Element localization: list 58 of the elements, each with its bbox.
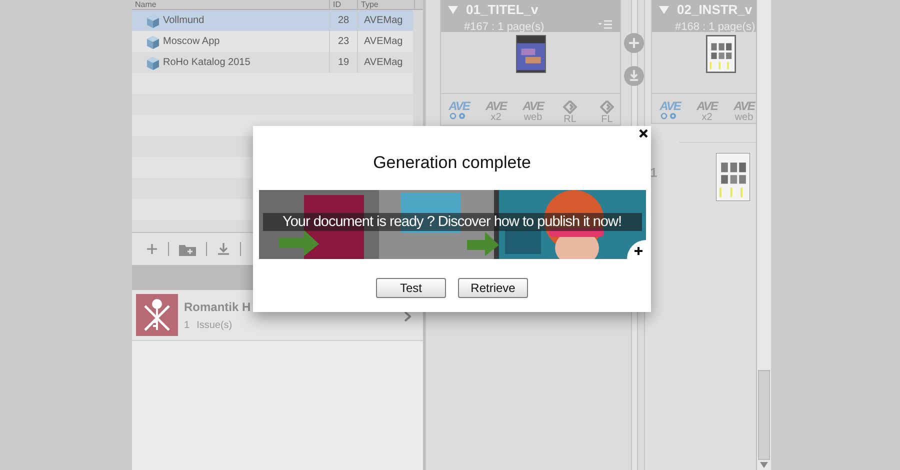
column-header[interactable]: Type	[358, 0, 415, 9]
format-caption: x2	[490, 112, 502, 123]
format-logo: AVE	[486, 100, 506, 112]
format-caption: RL	[564, 114, 576, 125]
format-button[interactable]: AVE web	[732, 100, 756, 123]
format-button[interactable]: AVE	[447, 100, 471, 125]
format-button[interactable]: AVE x2	[484, 100, 508, 125]
cube-icon	[146, 14, 160, 28]
table-cell-text: AVEMag	[363, 15, 404, 26]
format-caption: FL	[601, 114, 613, 125]
format-logo: AVE	[660, 100, 680, 112]
format-logo: AVE	[448, 100, 470, 112]
item-name: Vollmund	[163, 15, 204, 26]
section-title: 02_INSTR_v	[677, 2, 752, 17]
collapse-triangle-icon[interactable]	[658, 4, 670, 14]
format-caption: web	[524, 112, 542, 123]
import-button[interactable]	[624, 66, 644, 86]
collapse-triangle-icon[interactable]	[447, 4, 459, 14]
close-icon[interactable]	[639, 129, 648, 138]
dialog-button[interactable]: Retrieve	[458, 278, 528, 298]
publication-title: Romantik H	[184, 300, 251, 314]
table-cell-text: AVEMag	[363, 36, 404, 47]
scrollbar-thumb[interactable]	[758, 370, 770, 460]
format-caption: web	[734, 112, 754, 123]
format-logo: AVE	[696, 100, 718, 112]
format-button[interactable]: AVE web	[521, 100, 545, 125]
issue-label: Issue(s)	[196, 320, 232, 330]
add-section-button[interactable]	[624, 33, 644, 53]
column-header[interactable]: Name	[132, 0, 330, 9]
table-row[interactable]: Moscow App 23 AVEMag	[132, 31, 423, 52]
format-button[interactable]: RL	[558, 100, 582, 125]
dialog-button[interactable]: Test	[376, 278, 446, 298]
format-button[interactable]: AVE	[658, 100, 682, 123]
table-row[interactable]: RoHo Katalog 2015 19 AVEMag	[132, 52, 423, 73]
issue-count: 1	[184, 320, 190, 330]
scroll-down-icon[interactable]	[760, 462, 768, 468]
column-header[interactable]: ID	[330, 0, 358, 9]
cube-icon	[146, 56, 160, 70]
format-logo: AVE	[734, 100, 754, 112]
format-logo: AVE	[522, 100, 544, 112]
table-cell-text: AVEMag	[363, 57, 404, 68]
format-button[interactable]: AVE x2	[695, 100, 719, 123]
format-button[interactable]: FL	[595, 100, 619, 125]
item-name: RoHo Katalog 2015	[163, 57, 250, 68]
plus-icon[interactable]	[626, 240, 646, 259]
cube-icon	[146, 34, 160, 48]
epub-icon	[600, 100, 614, 114]
banner-text: Your document is ready ? Discover how to publish it now!	[262, 213, 642, 231]
chevron-icon	[404, 311, 411, 322]
dialog-title: Generation complete	[373, 153, 531, 173]
download-icon[interactable]	[217, 242, 230, 256]
epub-icon	[563, 100, 577, 114]
format-caption: x2	[702, 112, 712, 123]
table-row[interactable]: Vollmund 28 AVEMag	[132, 10, 423, 31]
menu-icon[interactable]	[598, 20, 612, 29]
section-title: 01_TITEL_v	[466, 2, 538, 17]
item-name: Moscow App	[163, 36, 220, 47]
folder-plus-icon[interactable]	[179, 242, 196, 256]
